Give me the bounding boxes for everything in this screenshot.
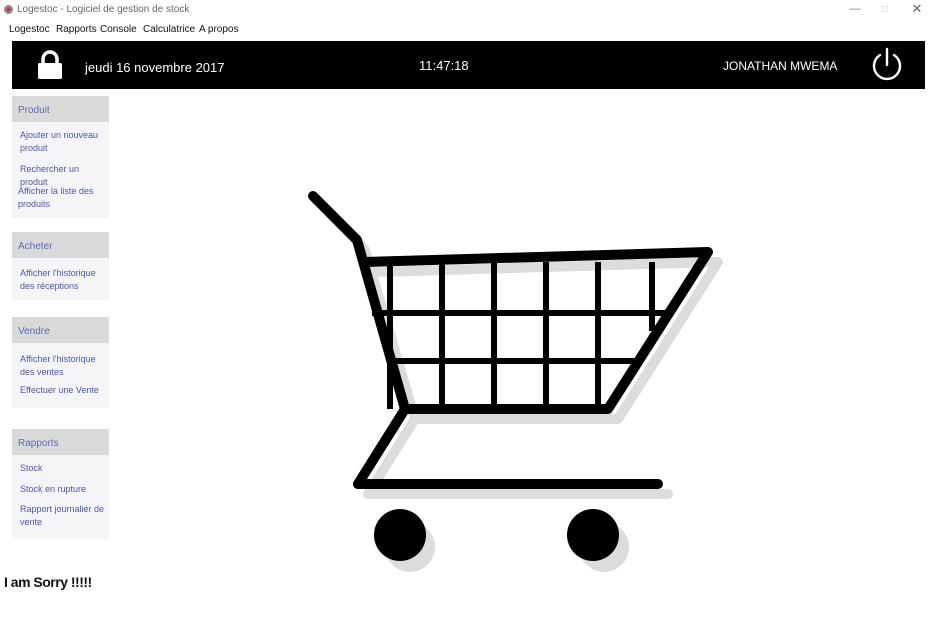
- menu-item-a-propos[interactable]: A propos: [199, 24, 238, 35]
- header-bar: jeudi 16 novembre 2017 11:47:18 JONATHAN…: [12, 41, 925, 89]
- sidebar-item-stock[interactable]: Stock: [20, 462, 108, 475]
- section-header-acheter: Acheter: [12, 232, 109, 258]
- sidebar-item-liste-produits[interactable]: Afficher la liste des produits: [18, 185, 106, 211]
- maximize-button[interactable]: □: [870, 0, 900, 21]
- menu-item-logestoc[interactable]: Logestoc: [9, 24, 50, 35]
- user-name: JONATHAN MWEMA: [723, 59, 838, 73]
- current-time: 11:47:18: [419, 58, 469, 73]
- section-header-vendre: Vendre: [12, 317, 109, 343]
- power-icon[interactable]: [869, 45, 905, 85]
- sidebar-section-vendre: Vendre Afficher l'historique des ventes …: [12, 317, 109, 408]
- menu-bar: Logestoc Rapports Console Calculatrice A…: [0, 21, 930, 39]
- minimize-button[interactable]: —: [840, 0, 870, 21]
- current-date: jeudi 16 novembre 2017: [85, 60, 225, 75]
- sidebar-item-effectuer-vente[interactable]: Effectuer une Vente: [20, 384, 108, 397]
- sidebar-item-historique-receptions[interactable]: Afficher l'historique des réceptions: [20, 267, 108, 293]
- sorry-caption: I am Sorry !!!!!: [4, 574, 92, 590]
- menu-item-console[interactable]: Console: [100, 24, 137, 35]
- title-bar: Logestoc - Logiciel de gestion de stock …: [0, 0, 930, 21]
- sidebar-item-historique-ventes[interactable]: Afficher l'historique des ventes: [20, 353, 108, 379]
- sidebar-item-rapport-journalier[interactable]: Rapport journalier de vente: [20, 503, 108, 529]
- menu-item-rapports[interactable]: Rapports: [56, 24, 97, 35]
- sidebar-section-produit: Produit Ajouter un nouveau produit Reche…: [12, 96, 109, 218]
- sidebar-item-ajouter-produit[interactable]: Ajouter un nouveau produit: [20, 129, 108, 155]
- app-icon: [4, 5, 13, 14]
- menu-item-calculatrice[interactable]: Calculatrice: [143, 24, 195, 35]
- section-header-produit: Produit: [12, 96, 109, 122]
- shopping-cart-icon: [308, 191, 723, 572]
- sidebar-section-rapports: Rapports Stock Stock en rupture Rapport …: [12, 429, 109, 539]
- sidebar-section-acheter: Acheter Afficher l'historique des récept…: [12, 232, 109, 300]
- sidebar-item-stock-rupture[interactable]: Stock en rupture: [20, 483, 108, 496]
- window-title: Logestoc - Logiciel de gestion de stock: [17, 4, 190, 15]
- lock-icon[interactable]: [37, 50, 63, 80]
- section-header-rapports: Rapports: [12, 429, 109, 455]
- close-button[interactable]: ✕: [902, 0, 930, 21]
